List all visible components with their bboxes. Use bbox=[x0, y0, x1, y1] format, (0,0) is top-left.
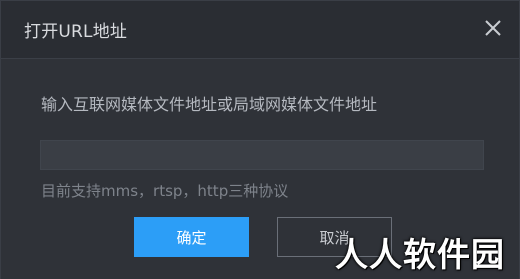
dialog-titlebar: 打开URL地址 bbox=[1, 1, 519, 59]
dialog-title: 打开URL地址 bbox=[24, 22, 128, 42]
cancel-button[interactable]: 取消 bbox=[277, 217, 392, 257]
dialog-body: 输入互联网媒体文件地址或局域网媒体文件地址 目前支持mms，rtsp，http三… bbox=[1, 59, 519, 279]
protocol-hint: 目前支持mms，rtsp，http三种协议 bbox=[41, 182, 289, 200]
open-url-dialog: 打开URL地址 输入互联网媒体文件地址或局域网媒体文件地址 目前支持mms，rt… bbox=[0, 0, 520, 279]
close-icon[interactable] bbox=[481, 16, 505, 40]
url-prompt-label: 输入互联网媒体文件地址或局域网媒体文件地址 bbox=[41, 95, 378, 114]
ok-button[interactable]: 确定 bbox=[134, 217, 249, 257]
url-input[interactable] bbox=[40, 140, 484, 170]
